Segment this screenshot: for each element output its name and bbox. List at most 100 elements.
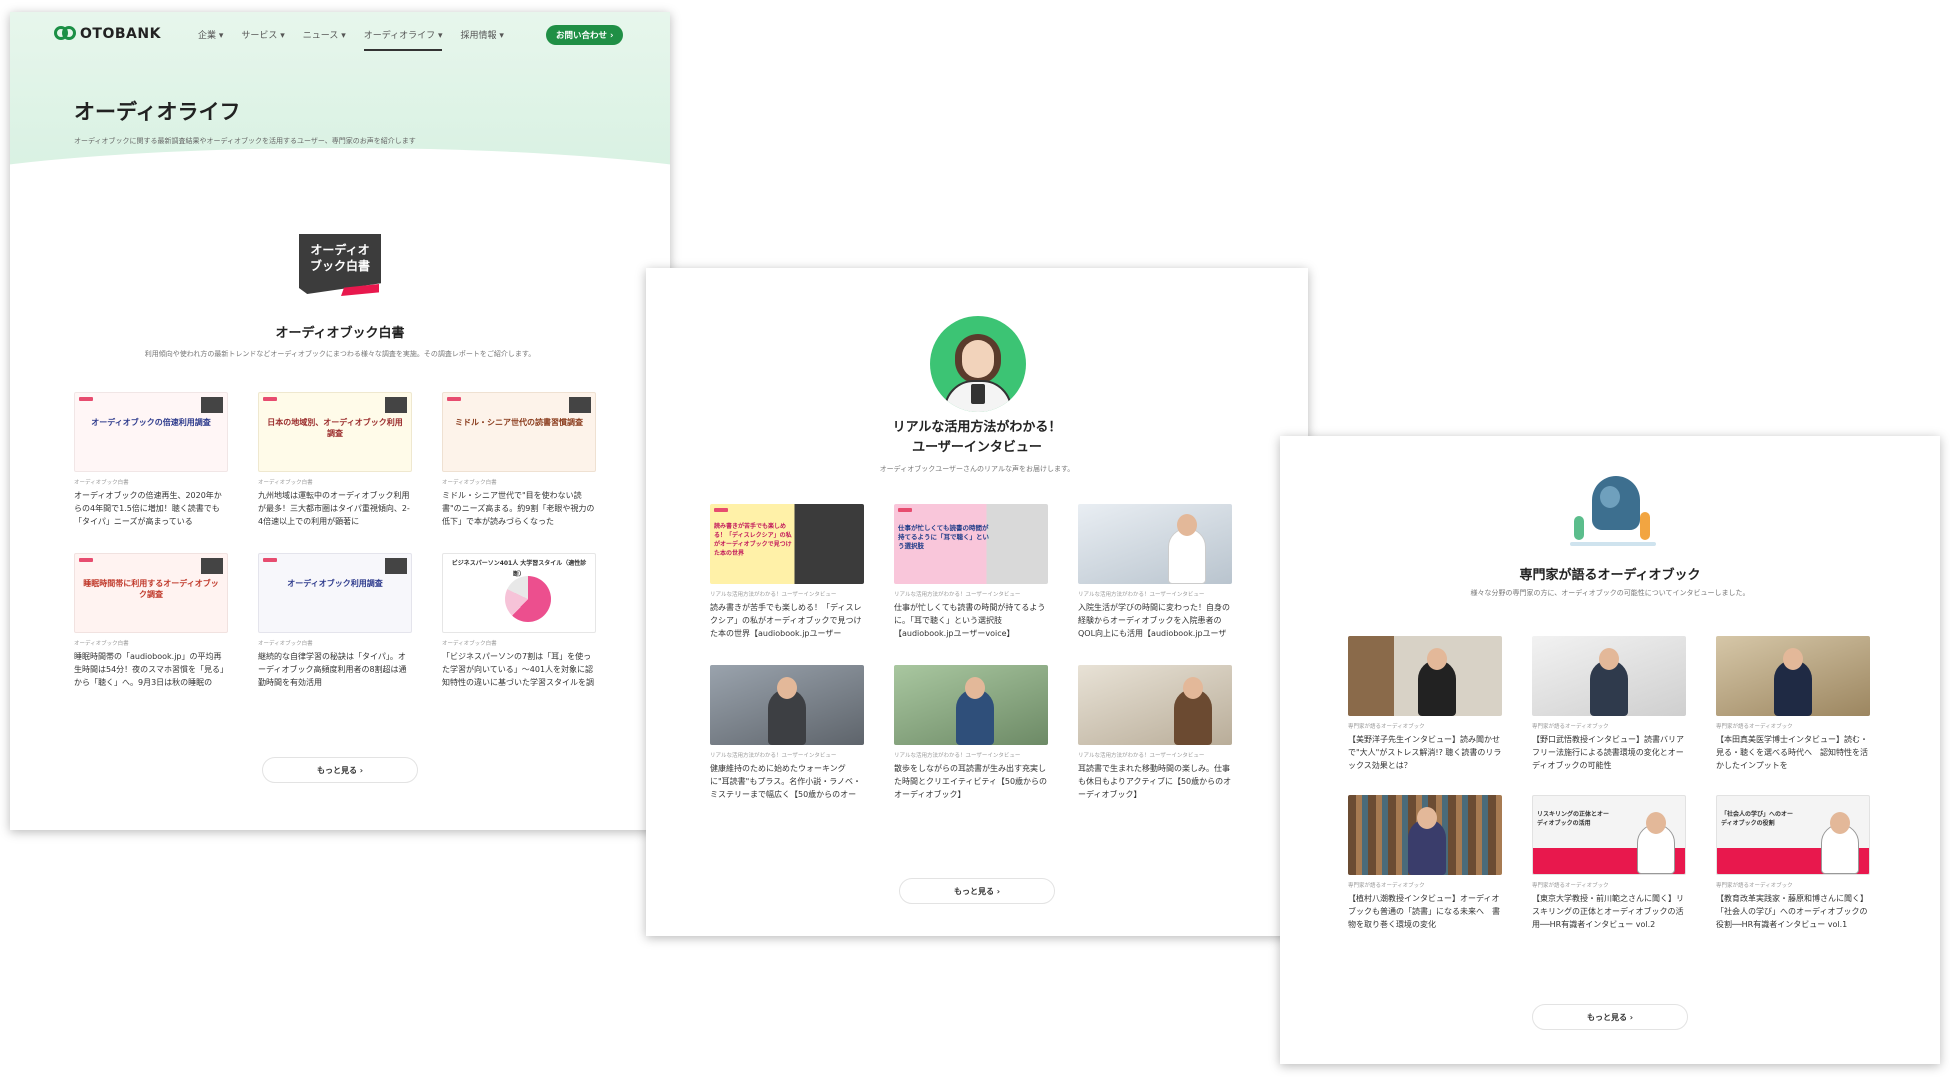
interview-photo[interactable] — [894, 665, 1048, 745]
card-title[interactable]: オーディオブックの倍速再生、2020年からの4年間で1.5倍に増加！聴く読書でも… — [74, 489, 228, 529]
section-title-expert: 専門家が語るオーディオブック — [1519, 568, 1701, 583]
whitepaper-card[interactable]: 睡眠時間帯に利用するオーディオブック調査 オーディオブック白書 睡眠時間帯の「a… — [74, 553, 228, 690]
thumbnail-text: リスキリングの正体とオーディオブックの活用 — [1537, 811, 1610, 827]
whitepaper-card[interactable]: ビジネスパーソン401人 大学習スタイル（適性診断） オーディオブック白書 「ビ… — [442, 553, 596, 690]
expert-photo[interactable] — [1716, 636, 1870, 716]
nav-item-company[interactable]: 企業 ▾ — [198, 28, 223, 41]
card-thumbnail[interactable]: 日本の地域別、オーディオブック利用調査 — [258, 392, 412, 472]
card-category: リアルな活用方法がわかる！ユーザーインタビュー — [894, 753, 1021, 759]
top-navigation: OTOBANK 企業 ▾ サービス ▾ ニュース ▾ オーディオライフ ▾ 採用… — [10, 12, 670, 58]
logo-text: OTOBANK — [80, 26, 161, 42]
section-title-whitepaper: オーディオブック白書 — [275, 326, 405, 341]
interview-card[interactable]: 読み書きが苦手でも楽しめる！「ディスレクシア」の私がオーディオブックで見つけた本… — [710, 504, 864, 641]
expert-thumbnail[interactable]: 「社会人の学び」へのオーディオブックの役割 — [1716, 795, 1870, 875]
whitepaper-badge — [201, 558, 223, 574]
card-title[interactable]: 健康維持のために始めたウォーキングに"耳読書"もプラス。名作小説・ラノベ・ミステ… — [710, 762, 864, 802]
thumbnail-text: ミドル・シニア世代の読書習慣調査 — [455, 418, 583, 427]
card-title[interactable]: 入院生活が学びの時間に変わった！自身の経験からオーディオブックを入院患者のQOL… — [1078, 601, 1232, 641]
nav-item-audio-life[interactable]: オーディオライフ ▾ — [363, 28, 442, 51]
expert-photo[interactable] — [1348, 636, 1502, 716]
more-button-user-interview[interactable]: もっと見る › — [899, 878, 1055, 904]
more-button-whitepaper[interactable]: もっと見る › — [262, 757, 418, 783]
expert-card[interactable]: リスキリングの正体とオーディオブックの活用 専門家が語るオーディオブック 【東京… — [1532, 795, 1686, 932]
person-head — [1183, 677, 1203, 699]
card-thumbnail[interactable]: 読み書きが苦手でも楽しめる！「ディスレクシア」の私がオーディオブックで見つけた本… — [710, 504, 864, 584]
card-thumbnail[interactable]: ビジネスパーソン401人 大学習スタイル（適性診断） — [442, 553, 596, 633]
audio-life-page-panel: OTOBANK 企業 ▾ サービス ▾ ニュース ▾ オーディオライフ ▾ 採用… — [10, 12, 670, 830]
nav-item-service[interactable]: サービス ▾ — [241, 28, 284, 41]
card-category: リアルな活用方法がわかる！ユーザーインタビュー — [710, 592, 837, 598]
otobank-logo[interactable]: OTOBANK — [54, 26, 161, 42]
card-category: オーディオブック白書 — [258, 641, 313, 647]
card-thumbnail[interactable]: オーディオブック利用調査 — [258, 553, 412, 633]
card-thumbnail[interactable]: オーディオブックの倍速利用調査 — [74, 392, 228, 472]
card-title[interactable]: 【東京大学教授・前川範之さんに聞く】リスキリングの正体とオーディオブックの活用─… — [1532, 892, 1686, 932]
card-title[interactable]: 「ビジネスパーソンの7割は「耳」を使った学習が向いている」〜401人を対象に認知… — [442, 650, 596, 690]
card-category: 専門家が語るオーディオブック — [1532, 883, 1609, 889]
whitepaper-card[interactable]: 日本の地域別、オーディオブック利用調査 オーディオブック白書 九州地域は運転中の… — [258, 392, 412, 529]
card-title[interactable]: 継続的な自律学習の秘訣は「タイパ」。オーディオブック高頻度利用者の8割超は通勤時… — [258, 650, 412, 690]
interview-card[interactable]: 仕事が忙しくても読書の時間が持てるように「耳で聴く」という選択肢 リアルな活用方… — [894, 504, 1048, 641]
thumbnail-text: ビジネスパーソン401人 大学習スタイル（適性診断） — [451, 560, 587, 578]
card-title[interactable]: 【美野洋子先生インタビュー】読み聞かせで"大人"がストレス解消!? 聴く読書のリ… — [1348, 733, 1502, 773]
card-title[interactable]: 耳読書で生まれた移動時間の楽しみ。仕事も休日もよりアクティブに【50歳からのオー… — [1078, 762, 1232, 802]
expert-card[interactable]: 専門家が語るオーディオブック 【本田真美医学博士インタビュー】読む・見る・聴くを… — [1716, 636, 1870, 773]
expert-card[interactable]: 専門家が語るオーディオブック 【野口武悟教授インタビュー】読書バリアフリー法施行… — [1532, 636, 1686, 773]
card-title[interactable]: 【植村八潮教授インタビュー】オーディオブックも普通の「読書」になる未来へ 書物を… — [1348, 892, 1502, 932]
card-category: 専門家が語るオーディオブック — [1716, 724, 1793, 730]
interview-photo[interactable] — [1078, 665, 1232, 745]
whitepaper-card[interactable]: オーディオブック利用調査 オーディオブック白書 継続的な自律学習の秘訣は「タイパ… — [258, 553, 412, 690]
interview-card[interactable]: リアルな活用方法がわかる！ユーザーインタビュー 耳読書で生まれた移動時間の楽しみ… — [1078, 665, 1232, 802]
interview-card[interactable]: リアルな活用方法がわかる！ユーザーインタビュー 健康維持のために始めたウォーキン… — [710, 665, 864, 802]
card-title[interactable]: 九州地域は運転中のオーディオブック利用が最多！三大都市圏はタイパ重視傾向、2-4… — [258, 489, 412, 529]
audiobook-logo-tag — [263, 397, 277, 401]
whitepaper-card[interactable]: ミドル・シニア世代の読書習慣調査 オーディオブック白書 ミドル・シニア世代で"目… — [442, 392, 596, 529]
thumbnail-text: 日本の地域別、オーディオブック利用調査 — [267, 418, 403, 438]
card-category: オーディオブック白書 — [74, 641, 129, 647]
card-title[interactable]: 散歩をしながらの耳読書が生み出す充実した時間とクリエイティビティ【50歳からのオ… — [894, 762, 1048, 802]
interview-card[interactable]: リアルな活用方法がわかる！ユーザーインタビュー 入院生活が学びの時間に変わった！… — [1078, 504, 1232, 641]
card-thumbnail[interactable]: 睡眠時間帯に利用するオーディオブック調査 — [74, 553, 228, 633]
card-title[interactable]: 仕事が忙しくても読書の時間が持てるように。「耳で聴く」という選択肢【audiob… — [894, 601, 1048, 641]
whitepaper-card-grid: オーディオブックの倍速利用調査 オーディオブック白書 オーディオブックの倍速再生… — [74, 392, 596, 690]
expert-card[interactable]: 専門家が語るオーディオブック 【美野洋子先生インタビュー】読み聞かせで"大人"が… — [1348, 636, 1502, 773]
interview-photo[interactable] — [1078, 504, 1232, 584]
card-title[interactable]: ミドル・シニア世代で"目を使わない読書"のニーズ高まる。約9割「老眼や視力の低下… — [442, 489, 596, 529]
thumbnail-text: オーディオブック利用調査 — [287, 579, 383, 588]
card-title[interactable]: 【野口武悟教授インタビュー】読書バリアフリー法施行による読書環境の変化とオーディ… — [1532, 733, 1686, 773]
expert-card[interactable]: 「社会人の学び」へのオーディオブックの役割 専門家が語るオーディオブック 【教育… — [1716, 795, 1870, 932]
card-category: 専門家が語るオーディオブック — [1716, 883, 1793, 889]
person-head — [1599, 648, 1619, 670]
expert-thumbnail[interactable]: リスキリングの正体とオーディオブックの活用 — [1532, 795, 1686, 875]
card-thumbnail[interactable]: ミドル・シニア世代の読書習慣調査 — [442, 392, 596, 472]
whitepaper-badge — [201, 397, 223, 413]
card-title[interactable]: 読み書きが苦手でも楽しめる！「ディスレクシア」の私がオーディオブックで見つけた本… — [710, 601, 864, 641]
person-head — [1417, 807, 1437, 829]
interview-card[interactable]: リアルな活用方法がわかる！ユーザーインタビュー 散歩をしながらの耳読書が生み出す… — [894, 665, 1048, 802]
whitepaper-badge — [385, 397, 407, 413]
whitepaper-badge — [385, 558, 407, 574]
card-category: オーディオブック白書 — [74, 480, 129, 486]
person-head — [1177, 514, 1197, 536]
nav-item-recruit[interactable]: 採用情報 ▾ — [460, 28, 503, 41]
card-title[interactable]: 睡眠時間帯の「audiobook.jp」の平均再生時間は54分！夜のスマホ習慣を… — [74, 650, 228, 690]
nav-item-news[interactable]: ニュース ▾ — [303, 28, 346, 41]
hero-header: OTOBANK 企業 ▾ サービス ▾ ニュース ▾ オーディオライフ ▾ 採用… — [10, 12, 670, 208]
expert-card[interactable]: 専門家が語るオーディオブック 【植村八潮教授インタビュー】オーディオブックも普通… — [1348, 795, 1502, 932]
user-interview-card-grid: 読み書きが苦手でも楽しめる！「ディスレクシア」の私がオーディオブックで見つけた本… — [710, 504, 1232, 802]
audiobook-logo-tag — [714, 508, 728, 512]
interview-photo[interactable] — [710, 665, 864, 745]
thumbnail-text: 読み書きが苦手でも楽しめる！「ディスレクシア」の私がオーディオブックで見つけた本… — [714, 523, 792, 557]
person-head — [777, 677, 797, 699]
person-head — [1830, 812, 1850, 834]
expert-card-grid: 専門家が語るオーディオブック 【美野洋子先生インタビュー】読み聞かせで"大人"が… — [1348, 636, 1870, 932]
card-title[interactable]: 【本田真美医学博士インタビュー】読む・見る・聴くを選べる時代へ 認知特性を活かし… — [1716, 733, 1870, 773]
contact-button[interactable]: お問い合わせ › — [546, 25, 624, 45]
whitepaper-card[interactable]: オーディオブックの倍速利用調査 オーディオブック白書 オーディオブックの倍速再生… — [74, 392, 228, 529]
audiobook-logo-tag — [79, 397, 93, 401]
more-button-expert[interactable]: もっと見る › — [1532, 1004, 1688, 1030]
expert-photo[interactable] — [1348, 795, 1502, 875]
card-thumbnail[interactable]: 仕事が忙しくても読書の時間が持てるように「耳で聴く」という選択肢 — [894, 504, 1048, 584]
expert-photo[interactable] — [1532, 636, 1686, 716]
card-title[interactable]: 【教育改革実践家・藤原和博さんに聞く】「社会人の学び」へのオーディオブックの役割… — [1716, 892, 1870, 932]
